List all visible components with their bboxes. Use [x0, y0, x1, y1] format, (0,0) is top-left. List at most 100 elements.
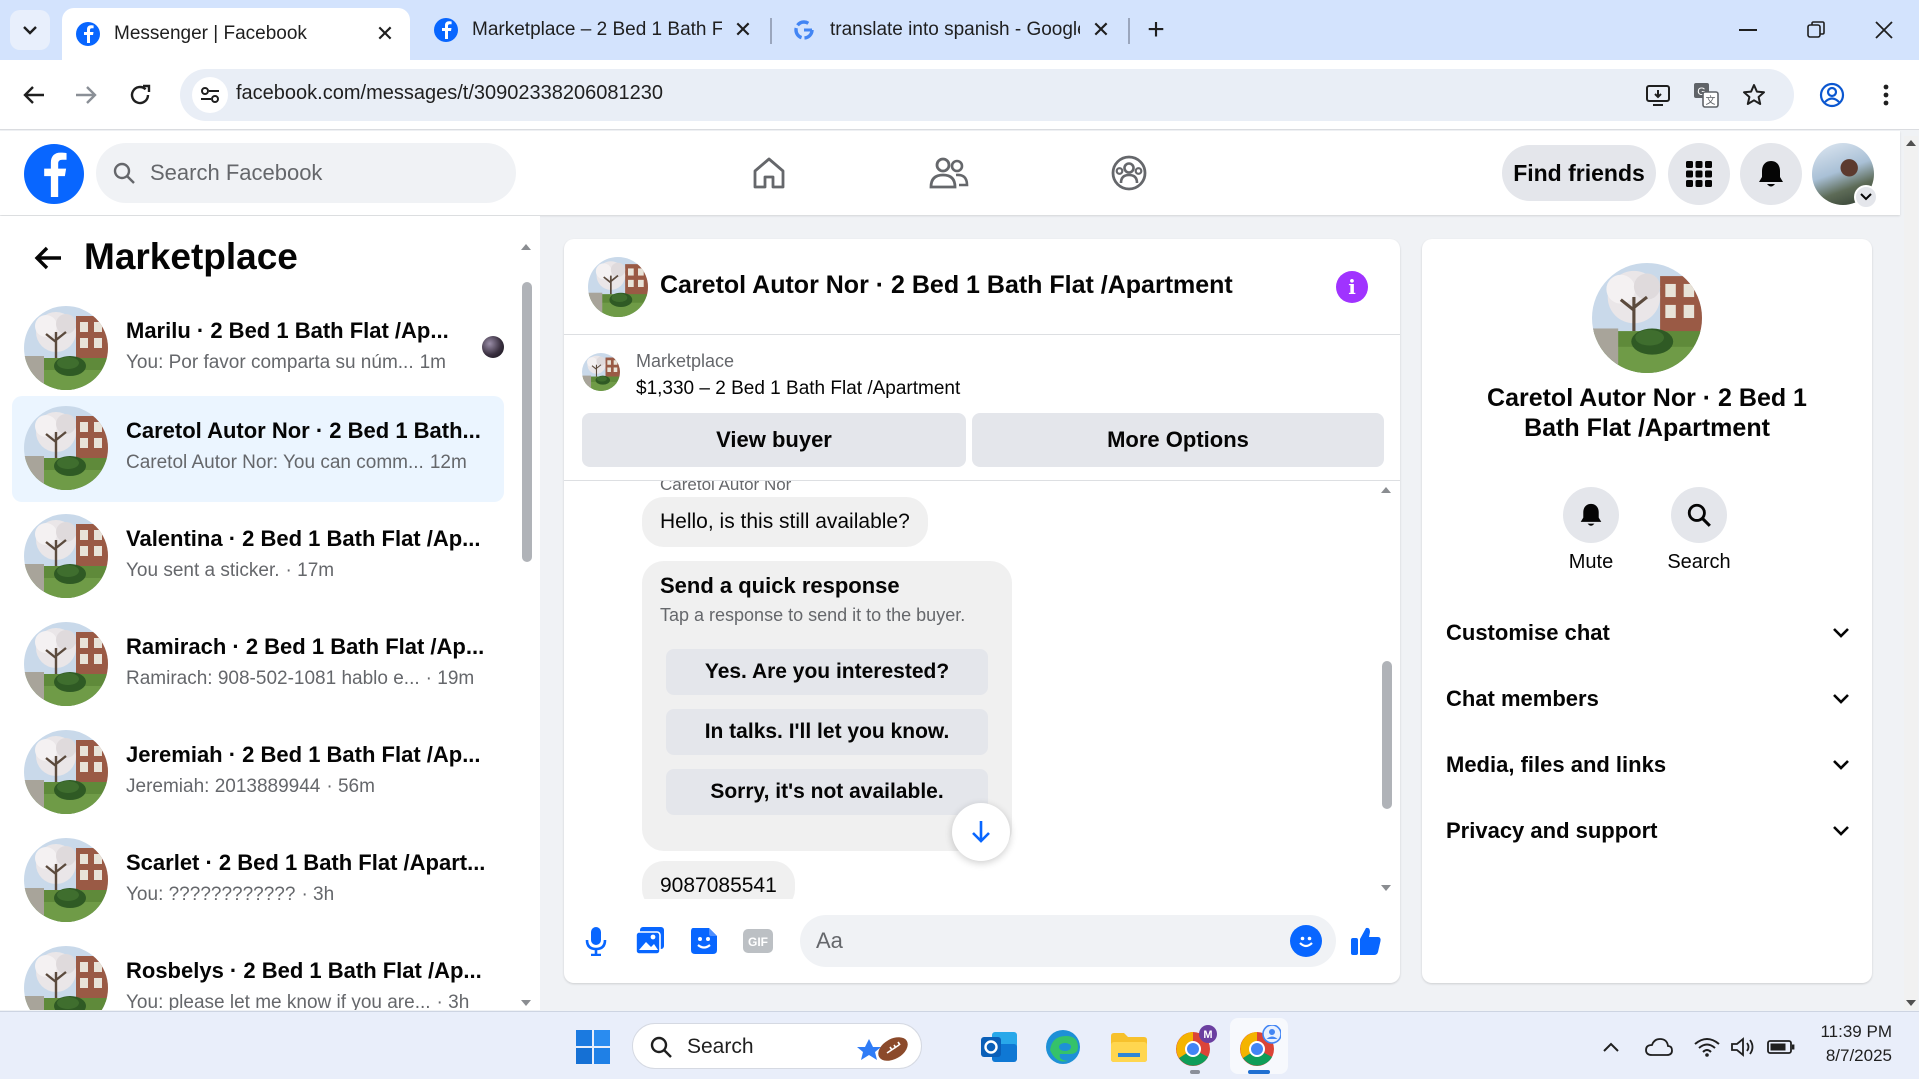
chrome-profile-m-icon[interactable]: M	[1172, 1024, 1218, 1070]
message-thread-scrollbar[interactable]	[1380, 481, 1392, 893]
start-button[interactable]	[570, 1024, 616, 1070]
site-info-icon[interactable]	[192, 77, 228, 113]
install-app-icon[interactable]	[1642, 79, 1674, 111]
find-friends-button[interactable]: Find friends	[1502, 145, 1656, 201]
account-chevron[interactable]	[1854, 185, 1878, 209]
edge-browser-icon[interactable]	[1040, 1024, 1086, 1070]
close-window-button[interactable]	[1850, 0, 1918, 60]
privacy-support-row[interactable]: Privacy and support	[1446, 809, 1850, 853]
chat-avatar[interactable]	[588, 257, 648, 317]
wifi-icon[interactable]	[1692, 1032, 1722, 1062]
scroll-down-arrow-icon[interactable]	[519, 998, 533, 1008]
info-icon[interactable]: i	[1336, 271, 1368, 303]
customise-chat-row[interactable]: Customise chat	[1446, 611, 1850, 655]
outlook-icon[interactable]	[976, 1024, 1022, 1070]
message-bubble[interactable]: Hello, is this still available?	[642, 497, 928, 547]
address-bar[interactable]: facebook.com/messages/t/3090233820608123…	[180, 69, 1794, 121]
volume-icon[interactable]	[1728, 1032, 1758, 1062]
close-tab-icon[interactable]: ✕	[374, 21, 396, 46]
marketplace-heading: Marketplace	[84, 236, 298, 277]
scroll-down-arrow-icon[interactable]	[1379, 883, 1393, 893]
conversation-item[interactable]: Ramirach · 2 Bed 1 Bath Flat /Ap... Rami…	[12, 612, 504, 718]
nav-groups[interactable]	[1074, 145, 1184, 201]
emoji-icon[interactable]	[1290, 925, 1322, 957]
conversation-snippet: You: Por favor comparta su núm... 1m	[126, 352, 447, 373]
message-input-box[interactable]	[800, 915, 1336, 967]
media-files-links-row[interactable]: Media, files and links	[1446, 743, 1850, 787]
conversation-item-active[interactable]: Caretol Autor Nor · 2 Bed 1 Bath... Care…	[12, 396, 504, 502]
conversation-snippet: Caretol Autor Nor: You can comm... 12m	[126, 452, 467, 473]
listing-thumbnail	[24, 622, 108, 706]
details-avatar[interactable]	[1592, 263, 1702, 373]
tab-messenger[interactable]: Messenger | Facebook ✕	[62, 8, 410, 60]
tab-marketplace[interactable]: Marketplace – 2 Bed 1 Bath Flat ✕	[420, 8, 768, 52]
facebook-logo-icon[interactable]	[24, 144, 84, 204]
url-text[interactable]: facebook.com/messages/t/3090233820608123…	[236, 82, 663, 105]
scrollbar-thumb[interactable]	[522, 282, 532, 562]
nav-friends[interactable]	[894, 145, 1004, 201]
chevron-down-icon	[1833, 826, 1849, 836]
notifications-button[interactable]	[1740, 143, 1802, 205]
gif-icon[interactable]: GIF	[738, 921, 778, 961]
tab-search-button[interactable]	[10, 10, 50, 50]
menu-button[interactable]	[1668, 143, 1730, 205]
facebook-search-box[interactable]	[96, 143, 516, 203]
search-icon	[113, 162, 135, 184]
microphone-icon[interactable]	[576, 921, 616, 961]
battery-icon[interactable]	[1766, 1032, 1796, 1062]
conversation-item[interactable]: Marilu · 2 Bed 1 Bath Flat /Ap... You: P…	[12, 296, 504, 402]
clock-date: 8/7/2025	[1825, 1046, 1892, 1065]
system-clock[interactable]: 11:39 PM 8/7/2025	[1808, 1020, 1892, 1068]
facebook-search-input[interactable]	[150, 157, 490, 189]
new-tab-button[interactable]: +	[1138, 12, 1174, 48]
chrome-menu-button[interactable]	[1866, 75, 1906, 115]
close-tab-icon[interactable]: ✕	[732, 17, 754, 42]
back-arrow-icon[interactable]	[30, 240, 66, 276]
scroll-up-arrow-icon[interactable]	[1904, 138, 1918, 148]
scroll-up-arrow-icon[interactable]	[1379, 485, 1393, 495]
listing-price[interactable]: $1,330 – 2 Bed 1 Bath Flat /Apartment	[636, 378, 960, 400]
close-tab-icon[interactable]: ✕	[1090, 17, 1112, 42]
mute-button[interactable]: Mute	[1546, 487, 1636, 574]
chrome-profile-active-icon[interactable]	[1236, 1024, 1282, 1070]
scroll-to-bottom-button[interactable]	[952, 803, 1010, 861]
scroll-down-arrow-icon[interactable]	[1904, 998, 1918, 1008]
scrollbar-thumb[interactable]	[1382, 661, 1392, 809]
conversation-item[interactable]: Rosbelys · 2 Bed 1 Bath Flat /Ap... You:…	[12, 936, 504, 1010]
file-explorer-icon[interactable]	[1106, 1024, 1152, 1070]
conversation-item[interactable]: Valentina · 2 Bed 1 Bath Flat /Ap... You…	[12, 504, 504, 610]
forward-button[interactable]	[66, 75, 106, 115]
photo-icon[interactable]	[630, 921, 670, 961]
restore-button[interactable]	[1782, 0, 1850, 60]
quick-response-button[interactable]: Yes. Are you interested?	[666, 649, 988, 695]
chat-members-row[interactable]: Chat members	[1446, 677, 1850, 721]
back-button[interactable]	[14, 75, 54, 115]
message-bubble[interactable]: 9087085541	[642, 861, 795, 899]
search-in-chat-button[interactable]: Search	[1654, 487, 1744, 574]
page-scrollbar[interactable]	[1904, 136, 1918, 1010]
more-options-button[interactable]: More Options	[972, 413, 1384, 467]
nav-home[interactable]	[714, 145, 824, 201]
conversation-list-scrollbar[interactable]	[520, 242, 532, 1008]
tab-separator	[1128, 18, 1130, 44]
scroll-up-arrow-icon[interactable]	[519, 242, 533, 252]
conversation-item[interactable]: Scarlet · 2 Bed 1 Bath Flat /Apart... Yo…	[12, 828, 504, 934]
sticker-icon[interactable]	[684, 921, 724, 961]
quick-response-button[interactable]: In talks. I'll let you know.	[666, 709, 988, 755]
minimize-button[interactable]	[1714, 0, 1782, 60]
bookmark-star-icon[interactable]	[1738, 79, 1770, 111]
message-input[interactable]	[816, 927, 1256, 955]
tab-google[interactable]: translate into spanish - Google ✕	[778, 8, 1126, 52]
profile-button[interactable]	[1812, 75, 1852, 115]
chat-title[interactable]: Caretol Autor Nor · 2 Bed 1 Bath Flat /A…	[660, 271, 1233, 300]
taskbar-search[interactable]: Search	[632, 1023, 922, 1069]
onedrive-cloud-icon[interactable]	[1644, 1032, 1674, 1062]
quick-response-button[interactable]: Sorry, it's not available.	[666, 769, 988, 815]
like-thumb-icon[interactable]	[1346, 921, 1386, 961]
reload-button[interactable]	[120, 75, 160, 115]
view-buyer-button[interactable]: View buyer	[582, 413, 966, 467]
show-hidden-icons-chevron-up-icon[interactable]	[1596, 1032, 1626, 1062]
message-composer: GIF	[564, 899, 1400, 983]
conversation-item[interactable]: Jeremiah · 2 Bed 1 Bath Flat /Ap... Jere…	[12, 720, 504, 826]
translate-icon[interactable]: G文	[1690, 79, 1722, 111]
